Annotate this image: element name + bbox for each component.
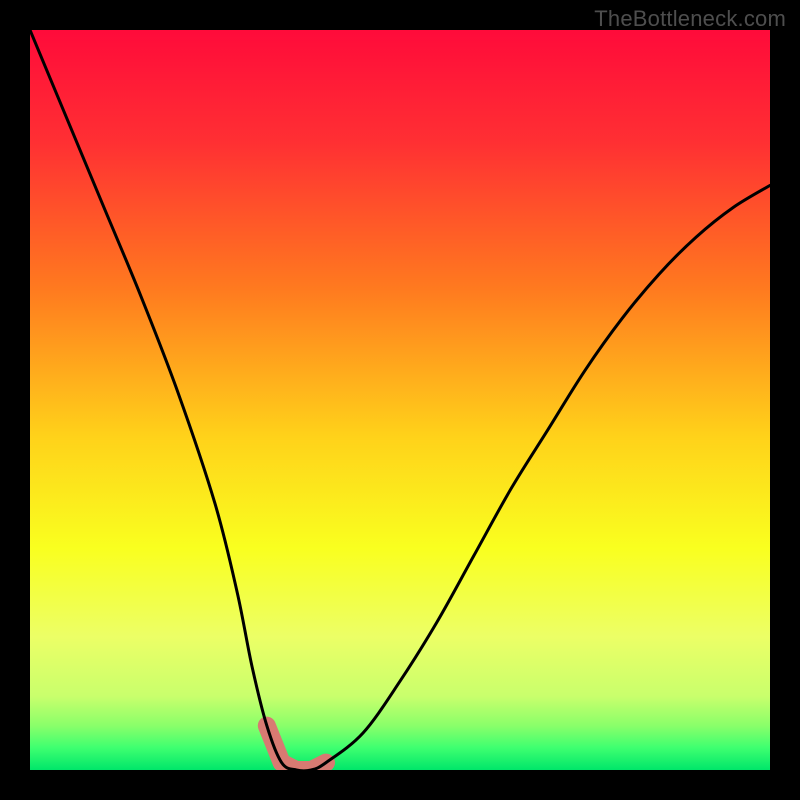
chart-frame: TheBottleneck.com [0,0,800,800]
watermark-text: TheBottleneck.com [594,6,786,32]
curve-path [30,30,770,770]
bottleneck-curve [30,30,770,770]
plot-area [30,30,770,770]
